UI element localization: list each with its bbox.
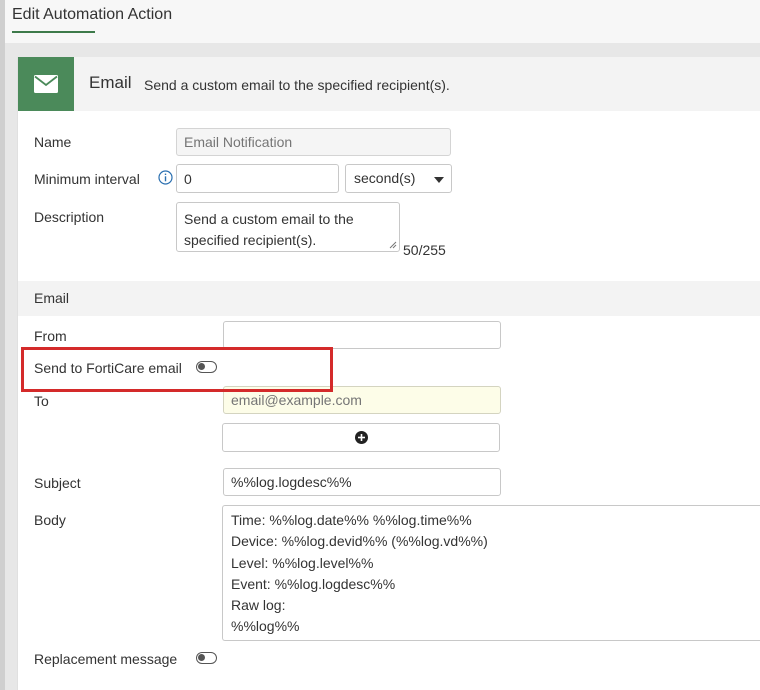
envelope-icon bbox=[34, 75, 58, 93]
description-label: Description bbox=[34, 209, 105, 225]
email-section-header: Email bbox=[18, 281, 760, 316]
body-line: Time: %%log.date%% %%log.time%% bbox=[231, 512, 472, 528]
action-card-header: Email Send a custom email to the specifi… bbox=[18, 57, 760, 111]
title-underline bbox=[12, 31, 95, 33]
action-type-name: Email bbox=[89, 73, 132, 92]
body-line: Level: %%log.level%% bbox=[231, 554, 374, 571]
description-char-count: 50/255 bbox=[403, 242, 446, 258]
description-textarea[interactable]: Send a custom email to the specified rec… bbox=[176, 202, 400, 252]
page-header: Edit Automation Action bbox=[5, 0, 760, 43]
info-icon[interactable] bbox=[158, 170, 173, 185]
plus-circle-icon bbox=[354, 431, 368, 444]
interval-unit-value: second(s) bbox=[354, 170, 416, 186]
left-edge bbox=[0, 0, 5, 690]
body-line: Device: %%log.devid%% (%%log.vd%%) bbox=[231, 533, 488, 550]
name-input[interactable] bbox=[176, 128, 451, 156]
to-label: To bbox=[34, 393, 49, 409]
min-interval-input[interactable] bbox=[176, 164, 339, 193]
from-label: From bbox=[34, 328, 67, 344]
body-line: Raw log: bbox=[231, 597, 286, 614]
subject-label: Subject bbox=[34, 475, 81, 491]
body-label: Body bbox=[34, 512, 66, 528]
min-interval-label: Minimum interval bbox=[34, 171, 140, 187]
toggle-knob bbox=[198, 654, 205, 661]
description-text: Send a custom email to the specified rec… bbox=[184, 211, 354, 248]
action-type-icon-box bbox=[18, 57, 74, 111]
replacement-message-label: Replacement message bbox=[34, 651, 178, 667]
interval-unit-select[interactable]: second(s) bbox=[345, 164, 452, 193]
chevron-down-icon bbox=[434, 177, 444, 183]
name-label: Name bbox=[34, 134, 72, 150]
body-line: %%log%% bbox=[231, 618, 300, 635]
add-recipient-button[interactable] bbox=[222, 423, 500, 452]
body-textarea[interactable]: Time: %%log.date%% %%log.time%% Device: … bbox=[222, 505, 760, 641]
from-input[interactable] bbox=[223, 321, 501, 349]
action-type-description: Send a custom email to the specified rec… bbox=[144, 77, 450, 93]
subject-input[interactable] bbox=[223, 468, 501, 496]
email-section-title: Email bbox=[34, 290, 70, 306]
resize-handle-icon[interactable] bbox=[389, 241, 397, 249]
body-line: Event: %%log.logdesc%% bbox=[231, 575, 396, 592]
highlight-box bbox=[21, 347, 333, 392]
replacement-message-toggle[interactable] bbox=[196, 652, 217, 664]
page-title: Edit Automation Action bbox=[12, 6, 173, 23]
